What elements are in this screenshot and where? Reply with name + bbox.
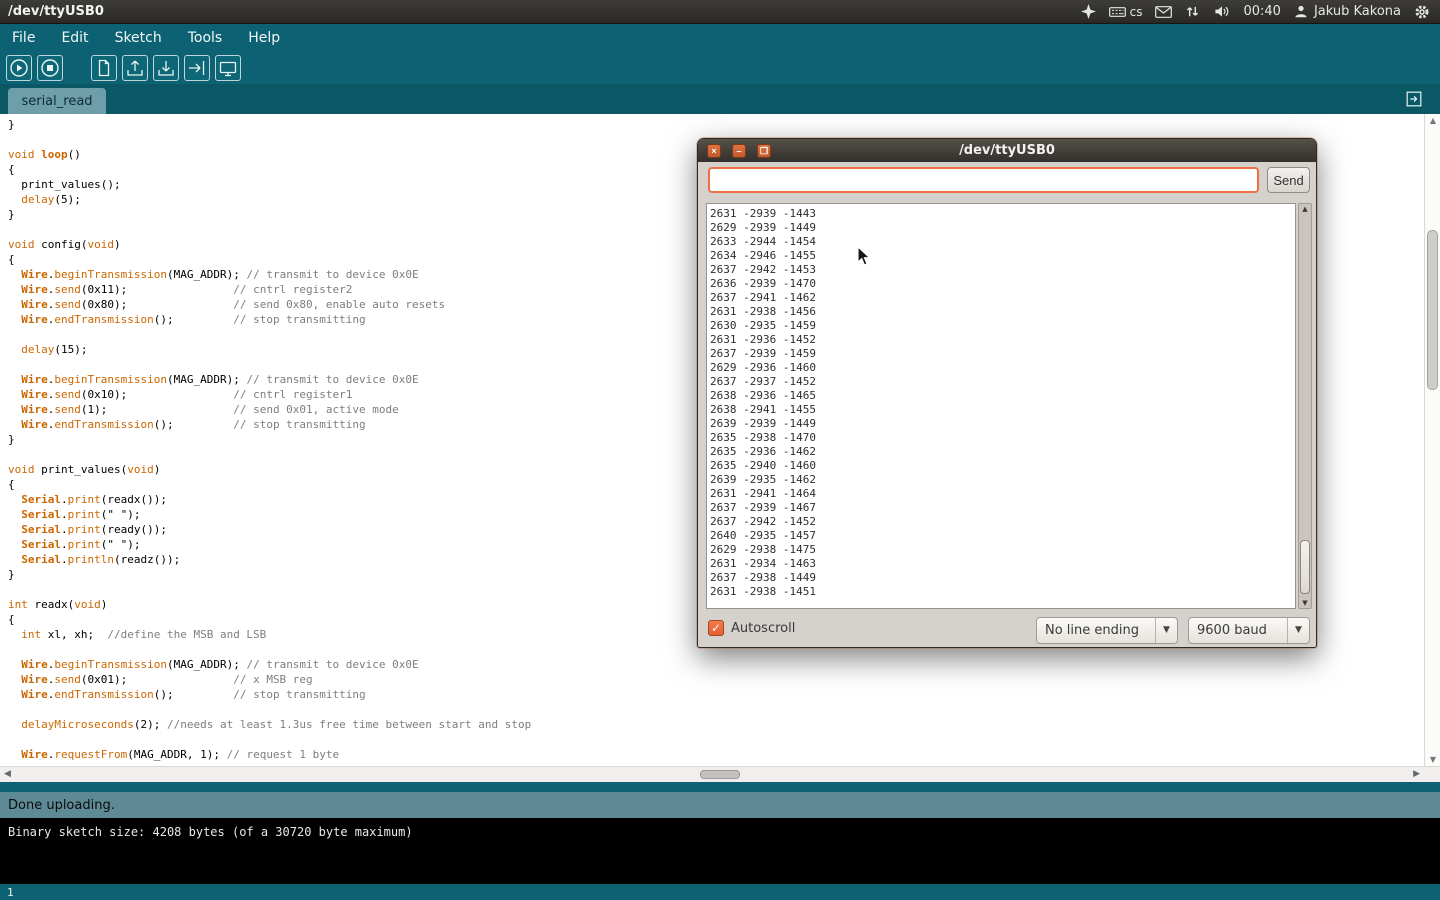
mail-icon[interactable] (1155, 5, 1172, 19)
serial-scroll-thumb[interactable] (1300, 540, 1310, 594)
status-bar: Done uploading. (0, 792, 1440, 818)
stop-button[interactable] (37, 55, 63, 81)
keyboard-layout-indicator[interactable]: cs (1109, 4, 1143, 19)
serial-scroll-up-icon[interactable]: ▲ (1299, 205, 1311, 213)
system-panel: /dev/ttyUSB0 cs 00:40 (0, 0, 1440, 24)
toolbar (0, 52, 1440, 84)
user-name-label: Jakub Kakona (1314, 4, 1401, 19)
tab-label: serial_read (21, 94, 92, 109)
serial-output[interactable]: 2631 -2939 -14432629 -2939 -14492633 -29… (706, 203, 1296, 609)
scroll-down-icon[interactable]: ▼ (1425, 755, 1440, 764)
baud-rate-value: 9600 baud (1189, 623, 1287, 638)
autoscroll-checkbox[interactable]: ✓ (708, 620, 724, 636)
serial-monitor-footer: ✓ Autoscroll No line ending ▼ 9600 baud … (698, 615, 1316, 647)
serial-monitor-titlebar[interactable]: /dev/ttyUSB0 × – ❒ (698, 139, 1316, 162)
send-button[interactable]: Send (1267, 167, 1310, 193)
console-text: Binary sketch size: 4208 bytes (of a 307… (8, 825, 413, 839)
keyboard-icon (1109, 4, 1126, 19)
mouse-cursor (857, 246, 871, 267)
horizontal-scroll-thumb[interactable] (700, 770, 740, 779)
close-button[interactable]: × (707, 144, 721, 158)
gear-icon[interactable] (1414, 4, 1430, 20)
scroll-right-icon[interactable]: ▶ (1413, 769, 1420, 779)
serial-output-scrollbar[interactable]: ▲ ▼ (1298, 203, 1312, 609)
console-output: Binary sketch size: 4208 bytes (of a 307… (0, 818, 1440, 884)
scroll-up-icon[interactable]: ▲ (1425, 116, 1440, 125)
current-line-number: 1 (7, 886, 14, 899)
window-controls: × – ❒ (698, 144, 771, 158)
serial-scroll-down-icon[interactable]: ▼ (1299, 599, 1311, 607)
upload-button[interactable] (184, 55, 210, 81)
tab-menu-button[interactable] (1404, 89, 1424, 109)
baud-rate-dropdown[interactable]: 9600 baud ▼ (1188, 617, 1310, 644)
screen: /dev/ttyUSB0 cs 00:40 (0, 0, 1440, 900)
open-button[interactable] (122, 55, 148, 81)
verify-button[interactable] (6, 55, 32, 81)
chevron-down-icon: ▼ (1287, 618, 1309, 643)
new-sketch-button[interactable] (91, 55, 117, 81)
menu-edit[interactable]: Edit (61, 30, 88, 46)
menu-file[interactable]: File (12, 30, 35, 46)
menu-bar: File Edit Sketch Tools Help (0, 24, 1440, 52)
serial-monitor-window: /dev/ttyUSB0 × – ❒ Send 2631 -2939 -1443… (697, 138, 1317, 648)
autoscroll-label: Autoscroll (731, 621, 795, 636)
menu-help[interactable]: Help (248, 30, 280, 46)
user-icon (1294, 4, 1308, 19)
clock-indicator[interactable]: 00:40 (1243, 4, 1280, 19)
tab-strip: serial_read (0, 84, 1440, 114)
editor-vertical-scrollbar[interactable]: ▲ ▼ (1424, 114, 1440, 766)
editor-horizontal-scrollbar[interactable]: ◀ ▶ (0, 766, 1440, 782)
save-button[interactable] (153, 55, 179, 81)
serial-send-input[interactable] (708, 167, 1259, 193)
maximize-button[interactable]: ❒ (757, 144, 771, 158)
system-tray: cs 00:40 Jakub Kakona (1081, 4, 1440, 20)
line-ending-value: No line ending (1037, 623, 1155, 638)
user-menu[interactable]: Jakub Kakona (1294, 4, 1401, 19)
scroll-left-icon[interactable]: ◀ (4, 769, 11, 779)
volume-icon[interactable] (1213, 4, 1230, 19)
vertical-scroll-thumb[interactable] (1427, 230, 1438, 390)
serial-monitor-title: /dev/ttyUSB0 (698, 143, 1316, 158)
line-indicator-bar: 1 (0, 884, 1440, 900)
menu-tools[interactable]: Tools (188, 30, 223, 46)
network-sync-icon[interactable] (1185, 4, 1200, 19)
status-message: Done uploading. (8, 798, 115, 813)
status-divider (0, 782, 1440, 792)
serial-monitor-button[interactable] (215, 55, 241, 81)
chevron-down-icon: ▼ (1155, 618, 1177, 643)
panel-window-title: /dev/ttyUSB0 (0, 4, 104, 19)
minimize-button[interactable]: – (732, 144, 746, 158)
tab-serial-read[interactable]: serial_read (8, 88, 106, 114)
indicator-star-icon[interactable] (1081, 4, 1096, 19)
keyboard-layout-label: cs (1130, 5, 1143, 19)
line-ending-dropdown[interactable]: No line ending ▼ (1036, 617, 1178, 644)
menu-sketch[interactable]: Sketch (115, 30, 162, 46)
